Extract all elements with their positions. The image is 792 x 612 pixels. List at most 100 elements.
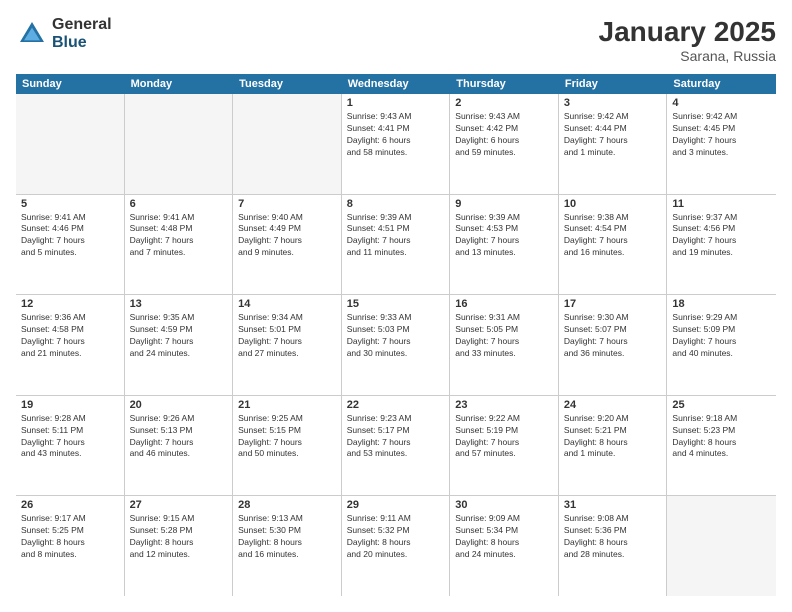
cal-cell: 10 Sunrise: 9:38 AM Sunset: 4:54 PM Dayli…	[559, 195, 668, 295]
day-info: Sunrise: 9:26 AM Sunset: 5:13 PM Dayligh…	[130, 413, 228, 461]
page: General Blue January 2025 Sarana, Russia…	[0, 0, 792, 612]
calendar-header: SundayMondayTuesdayWednesdayThursdayFrid…	[16, 74, 776, 94]
day-number: 26	[21, 499, 119, 511]
header-day-sunday: Sunday	[16, 74, 125, 94]
cal-cell	[16, 94, 125, 194]
calendar: SundayMondayTuesdayWednesdayThursdayFrid…	[16, 74, 776, 596]
day-info: Sunrise: 9:38 AM Sunset: 4:54 PM Dayligh…	[564, 212, 662, 260]
day-number: 23	[455, 399, 553, 411]
day-info: Sunrise: 9:29 AM Sunset: 5:09 PM Dayligh…	[672, 312, 771, 360]
cal-cell: 4Sunrise: 9:42 AM Sunset: 4:45 PM Daylig…	[667, 94, 776, 194]
day-info: Sunrise: 9:25 AM Sunset: 5:15 PM Dayligh…	[238, 413, 336, 461]
cal-cell: 23 Sunrise: 9:22 AM Sunset: 5:19 PM Dayli…	[450, 396, 559, 496]
cal-cell: 20 Sunrise: 9:26 AM Sunset: 5:13 PM Dayli…	[125, 396, 234, 496]
day-number: 6	[130, 198, 228, 210]
day-number: 4	[672, 97, 771, 109]
week-row-3: 12 Sunrise: 9:36 AM Sunset: 4:58 PM Dayli…	[16, 295, 776, 396]
title-block: January 2025 Sarana, Russia	[599, 16, 776, 64]
day-info: Sunrise: 9:22 AM Sunset: 5:19 PM Dayligh…	[455, 413, 553, 461]
cal-cell	[233, 94, 342, 194]
day-info: Sunrise: 9:09 AM Sunset: 5:34 PM Dayligh…	[455, 513, 553, 561]
week-row-2: 5 Sunrise: 9:41 AM Sunset: 4:46 PM Daylig…	[16, 195, 776, 296]
day-info: Sunrise: 9:37 AM Sunset: 4:56 PM Dayligh…	[672, 212, 771, 260]
day-number: 18	[672, 298, 771, 310]
day-info: Sunrise: 9:30 AM Sunset: 5:07 PM Dayligh…	[564, 312, 662, 360]
cal-cell: 13Sunrise: 9:35 AM Sunset: 4:59 PM Dayli…	[125, 295, 234, 395]
day-number: 20	[130, 399, 228, 411]
day-number: 15	[347, 298, 445, 310]
week-row-4: 19Sunrise: 9:28 AM Sunset: 5:11 PM Dayli…	[16, 396, 776, 497]
header-day-wednesday: Wednesday	[342, 74, 451, 94]
day-info: Sunrise: 9:08 AM Sunset: 5:36 PM Dayligh…	[564, 513, 662, 561]
cal-cell: 19Sunrise: 9:28 AM Sunset: 5:11 PM Dayli…	[16, 396, 125, 496]
day-info: Sunrise: 9:41 AM Sunset: 4:46 PM Dayligh…	[21, 212, 119, 260]
day-number: 5	[21, 198, 119, 210]
day-number: 31	[564, 499, 662, 511]
calendar-body: 1 Sunrise: 9:43 AM Sunset: 4:41 PM Daylig…	[16, 94, 776, 596]
cal-cell: 21 Sunrise: 9:25 AM Sunset: 5:15 PM Dayli…	[233, 396, 342, 496]
cal-cell: 30 Sunrise: 9:09 AM Sunset: 5:34 PM Dayli…	[450, 496, 559, 596]
day-number: 27	[130, 499, 228, 511]
day-number: 8	[347, 198, 445, 210]
day-number: 14	[238, 298, 336, 310]
cal-cell: 3 Sunrise: 9:42 AM Sunset: 4:44 PM Daylig…	[559, 94, 668, 194]
cal-cell: 18 Sunrise: 9:29 AM Sunset: 5:09 PM Dayli…	[667, 295, 776, 395]
day-info: Sunrise: 9:34 AM Sunset: 5:01 PM Dayligh…	[238, 312, 336, 360]
day-number: 28	[238, 499, 336, 511]
cal-cell: 6 Sunrise: 9:41 AM Sunset: 4:48 PM Daylig…	[125, 195, 234, 295]
day-info: Sunrise: 9:41 AM Sunset: 4:48 PM Dayligh…	[130, 212, 228, 260]
cal-cell	[125, 94, 234, 194]
cal-cell: 24Sunrise: 9:20 AM Sunset: 5:21 PM Dayli…	[559, 396, 668, 496]
header: General Blue January 2025 Sarana, Russia	[16, 16, 776, 64]
header-day-monday: Monday	[125, 74, 234, 94]
cal-cell: 25Sunrise: 9:18 AM Sunset: 5:23 PM Dayli…	[667, 396, 776, 496]
day-info: Sunrise: 9:36 AM Sunset: 4:58 PM Dayligh…	[21, 312, 119, 360]
day-info: Sunrise: 9:23 AM Sunset: 5:17 PM Dayligh…	[347, 413, 445, 461]
day-info: Sunrise: 9:43 AM Sunset: 4:42 PM Dayligh…	[455, 111, 553, 159]
day-number: 3	[564, 97, 662, 109]
cal-cell: 14 Sunrise: 9:34 AM Sunset: 5:01 PM Dayli…	[233, 295, 342, 395]
cal-cell: 17 Sunrise: 9:30 AM Sunset: 5:07 PM Dayli…	[559, 295, 668, 395]
day-number: 17	[564, 298, 662, 310]
cal-cell: 12 Sunrise: 9:36 AM Sunset: 4:58 PM Dayli…	[16, 295, 125, 395]
day-number: 25	[672, 399, 771, 411]
day-number: 21	[238, 399, 336, 411]
day-info: Sunrise: 9:39 AM Sunset: 4:51 PM Dayligh…	[347, 212, 445, 260]
cal-cell: 26Sunrise: 9:17 AM Sunset: 5:25 PM Dayli…	[16, 496, 125, 596]
day-number: 29	[347, 499, 445, 511]
header-day-tuesday: Tuesday	[233, 74, 342, 94]
cal-cell: 15 Sunrise: 9:33 AM Sunset: 5:03 PM Dayli…	[342, 295, 451, 395]
day-info: Sunrise: 9:39 AM Sunset: 4:53 PM Dayligh…	[455, 212, 553, 260]
day-number: 2	[455, 97, 553, 109]
day-info: Sunrise: 9:42 AM Sunset: 4:44 PM Dayligh…	[564, 111, 662, 159]
month-title: January 2025	[599, 16, 776, 48]
day-number: 16	[455, 298, 553, 310]
logo-blue: Blue	[52, 34, 112, 52]
cal-cell: 8 Sunrise: 9:39 AM Sunset: 4:51 PM Daylig…	[342, 195, 451, 295]
header-day-thursday: Thursday	[450, 74, 559, 94]
day-number: 1	[347, 97, 445, 109]
day-info: Sunrise: 9:43 AM Sunset: 4:41 PM Dayligh…	[347, 111, 445, 159]
header-day-saturday: Saturday	[667, 74, 776, 94]
day-info: Sunrise: 9:33 AM Sunset: 5:03 PM Dayligh…	[347, 312, 445, 360]
day-info: Sunrise: 9:35 AM Sunset: 4:59 PM Dayligh…	[130, 312, 228, 360]
location: Sarana, Russia	[599, 48, 776, 64]
cal-cell: 2 Sunrise: 9:43 AM Sunset: 4:42 PM Daylig…	[450, 94, 559, 194]
day-info: Sunrise: 9:40 AM Sunset: 4:49 PM Dayligh…	[238, 212, 336, 260]
cal-cell	[667, 496, 776, 596]
cal-cell: 9 Sunrise: 9:39 AM Sunset: 4:53 PM Daylig…	[450, 195, 559, 295]
day-number: 30	[455, 499, 553, 511]
day-number: 9	[455, 198, 553, 210]
day-info: Sunrise: 9:15 AM Sunset: 5:28 PM Dayligh…	[130, 513, 228, 561]
cal-cell: 1 Sunrise: 9:43 AM Sunset: 4:41 PM Daylig…	[342, 94, 451, 194]
day-number: 11	[672, 198, 771, 210]
cal-cell: 29Sunrise: 9:11 AM Sunset: 5:32 PM Dayli…	[342, 496, 451, 596]
logo: General Blue	[16, 16, 112, 51]
logo-icon	[16, 18, 48, 50]
week-row-1: 1 Sunrise: 9:43 AM Sunset: 4:41 PM Daylig…	[16, 94, 776, 195]
day-number: 22	[347, 399, 445, 411]
day-number: 12	[21, 298, 119, 310]
day-number: 10	[564, 198, 662, 210]
cal-cell: 31 Sunrise: 9:08 AM Sunset: 5:36 PM Dayli…	[559, 496, 668, 596]
day-info: Sunrise: 9:13 AM Sunset: 5:30 PM Dayligh…	[238, 513, 336, 561]
